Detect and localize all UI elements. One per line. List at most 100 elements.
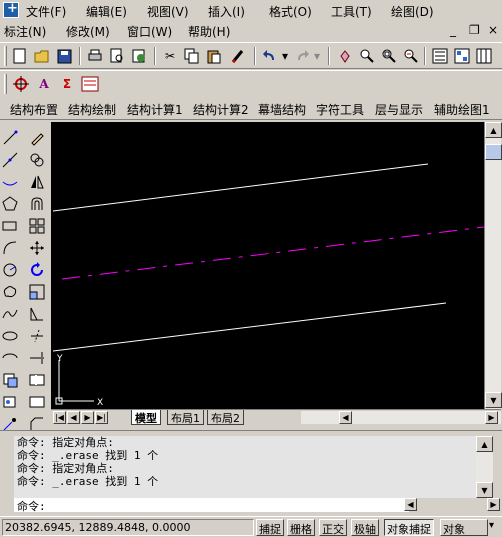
- menu-insert[interactable]: 插入(I): [208, 3, 245, 20]
- match-properties-icon[interactable]: [229, 47, 247, 65]
- zoom-realtime-icon[interactable]: [358, 47, 376, 65]
- crosshair-icon[interactable]: [12, 75, 30, 93]
- construction-line-icon[interactable]: [0, 150, 20, 170]
- circle-icon[interactable]: [0, 260, 20, 280]
- menu-draw[interactable]: 绘图(D): [391, 3, 434, 20]
- ellipse-icon[interactable]: [0, 326, 20, 346]
- tab-model[interactable]: 模型: [131, 410, 161, 425]
- menu-modify[interactable]: 修改(M): [66, 23, 110, 40]
- new-file-icon[interactable]: [11, 47, 29, 65]
- grid-toggle[interactable]: 栅格: [287, 519, 315, 536]
- tool-layer-display[interactable]: 层与显示: [375, 101, 423, 118]
- break-icon[interactable]: [27, 370, 47, 390]
- center-dashed-magenta-line[interactable]: [61, 226, 484, 280]
- menu-format[interactable]: 格式(O): [269, 3, 312, 20]
- scroll-up-icon[interactable]: ▲: [485, 122, 502, 138]
- undo-icon[interactable]: [261, 47, 279, 65]
- tab-last-icon[interactable]: ▶|: [95, 411, 108, 424]
- menu-help[interactable]: 帮助(H): [188, 23, 230, 40]
- menu-view[interactable]: 视图(V): [147, 3, 189, 20]
- print-icon[interactable]: [86, 47, 104, 65]
- hscroll-right-icon[interactable]: ▶: [485, 411, 498, 424]
- drawing-canvas[interactable]: Y X: [51, 122, 484, 409]
- spline-icon[interactable]: [0, 304, 20, 324]
- design-center-icon[interactable]: [453, 47, 471, 65]
- restore-button[interactable]: ❐: [469, 23, 480, 37]
- save-icon[interactable]: [55, 47, 73, 65]
- snap-toggle[interactable]: 捕捉: [256, 519, 284, 536]
- tool-structure-layout[interactable]: 结构布置: [10, 101, 58, 118]
- offset-icon[interactable]: [27, 194, 47, 214]
- cut-icon[interactable]: ✂: [161, 47, 179, 65]
- tool-structure-draw[interactable]: 结构绘制: [68, 101, 116, 118]
- tab-first-icon[interactable]: |◀: [53, 411, 66, 424]
- minimize-button[interactable]: _: [450, 23, 456, 37]
- tab-layout-1[interactable]: 布局1: [167, 410, 204, 425]
- extend-icon[interactable]: [27, 348, 47, 368]
- scroll-thumb[interactable]: [485, 144, 502, 160]
- tool-palettes-icon[interactable]: [475, 47, 493, 65]
- paste-icon[interactable]: [205, 47, 223, 65]
- rectangle-icon[interactable]: [0, 216, 20, 236]
- copy-object-icon[interactable]: [27, 150, 47, 170]
- ortho-toggle[interactable]: 正交: [319, 519, 347, 536]
- publish-icon[interactable]: [130, 47, 148, 65]
- tool-structure-calc-2[interactable]: 结构计算2: [193, 101, 249, 118]
- sum-icon[interactable]: Σ: [58, 75, 76, 93]
- mirror-icon[interactable]: [27, 172, 47, 192]
- zoom-window-icon[interactable]: [380, 47, 398, 65]
- pan-realtime-icon[interactable]: [336, 47, 354, 65]
- object-snap-toggle[interactable]: 对象捕捉: [384, 519, 434, 536]
- tool-structure-calc-1[interactable]: 结构计算1: [127, 101, 183, 118]
- open-folder-icon[interactable]: [33, 47, 51, 65]
- tool-character[interactable]: 字符工具: [316, 101, 364, 118]
- insert-block-icon[interactable]: [0, 370, 20, 390]
- tool-curtain-wall[interactable]: 幕墙结构: [258, 101, 306, 118]
- copy-icon[interactable]: [183, 47, 201, 65]
- redo-dropdown-icon[interactable]: ▾: [312, 47, 322, 65]
- tab-next-icon[interactable]: ▶: [81, 411, 94, 424]
- horizontal-scrollbar[interactable]: ◀ ▶: [301, 411, 501, 424]
- menu-dimension[interactable]: 标注(N): [4, 23, 46, 40]
- undo-dropdown-icon[interactable]: ▾: [280, 47, 290, 65]
- upper-white-line[interactable]: [52, 163, 429, 212]
- make-block-icon[interactable]: [0, 392, 20, 412]
- stretch-icon[interactable]: [27, 304, 47, 324]
- hscroll-left-icon[interactable]: ◀: [339, 411, 352, 424]
- menu-file[interactable]: 文件(F): [26, 3, 66, 20]
- tool-aux-draw-1[interactable]: 辅助绘图1: [434, 101, 490, 118]
- cmd-hscroll-left-icon[interactable]: ◀: [404, 498, 417, 511]
- rotate-icon[interactable]: [27, 260, 47, 280]
- vertical-scrollbar[interactable]: ▲ ▼: [484, 122, 502, 409]
- menu-window[interactable]: 窗口(W): [127, 23, 172, 40]
- tab-prev-icon[interactable]: ◀: [67, 411, 80, 424]
- array-icon[interactable]: [27, 216, 47, 236]
- zoom-previous-icon[interactable]: [402, 47, 420, 65]
- object-track-toggle[interactable]: 对象: [440, 519, 488, 536]
- text-style-icon[interactable]: A: [35, 75, 53, 93]
- print-preview-icon[interactable]: [108, 47, 126, 65]
- redo-icon[interactable]: [293, 47, 311, 65]
- erase-icon[interactable]: [27, 128, 47, 148]
- scroll-down-icon[interactable]: ▼: [485, 392, 502, 408]
- cmd-scroll-up-icon[interactable]: ▲: [476, 436, 493, 452]
- command-input[interactable]: 命令:: [14, 498, 409, 513]
- scale-icon[interactable]: [27, 282, 47, 302]
- doc-xls-icon[interactable]: [81, 75, 99, 93]
- revision-cloud-icon[interactable]: [0, 282, 20, 302]
- menu-tools[interactable]: 工具(T): [331, 3, 372, 20]
- app-logo-icon[interactable]: [3, 1, 19, 18]
- polygon-icon[interactable]: [0, 194, 20, 214]
- arc-icon[interactable]: [0, 238, 20, 258]
- polar-toggle[interactable]: 极轴: [351, 519, 379, 536]
- move-icon[interactable]: [27, 238, 47, 258]
- menu-edit[interactable]: 编辑(E): [86, 3, 127, 20]
- lower-white-line[interactable]: [52, 302, 447, 352]
- polyline-icon[interactable]: [0, 172, 20, 192]
- command-scrollbar[interactable]: ▲ ▼: [476, 436, 493, 498]
- cmd-scroll-down-icon[interactable]: ▼: [476, 482, 493, 498]
- coordinate-display[interactable]: 20382.6945, 12889.4848, 0.0000: [2, 519, 254, 536]
- status-menu-arrow-icon[interactable]: ▾: [489, 520, 494, 531]
- line-icon[interactable]: [0, 128, 20, 148]
- properties-icon[interactable]: [431, 47, 449, 65]
